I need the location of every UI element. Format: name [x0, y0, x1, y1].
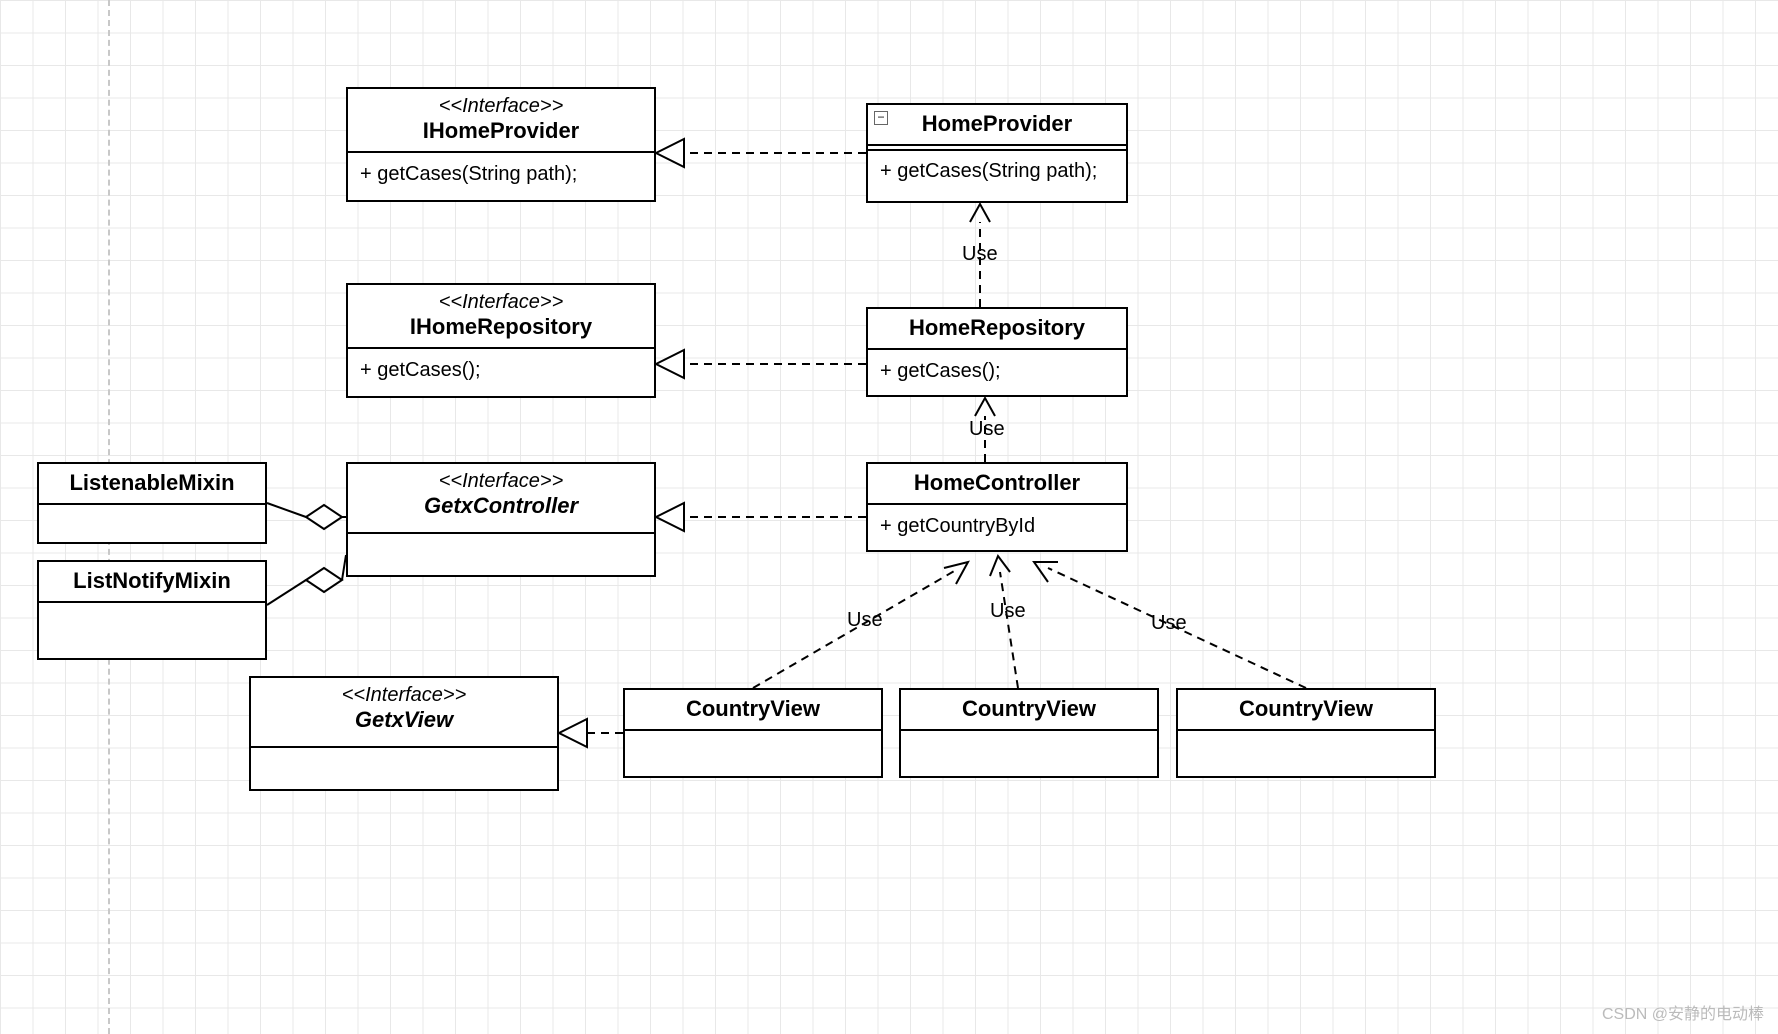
homecontroller-title: HomeController [878, 470, 1116, 495]
homerepository-title: HomeRepository [878, 315, 1116, 340]
countryview3-node[interactable]: CountryView [1176, 688, 1436, 778]
ihomeprovider-head: <<Interface>> IHomeProvider [348, 89, 654, 153]
ihomerepository-title: IHomeRepository [358, 314, 644, 339]
getxview-stereo: <<Interface>> [261, 684, 547, 707]
getxview-head: <<Interface>> GetxView [251, 678, 557, 748]
getxcontroller-body [348, 534, 654, 575]
ihomeprovider-member: + getCases(String path); [348, 153, 654, 200]
countryview1-body [625, 731, 881, 776]
homecontroller-head: HomeController [868, 464, 1126, 505]
homerepository-member: + getCases(); [868, 350, 1126, 395]
countryview2-body [901, 731, 1157, 776]
getxview-body [251, 748, 557, 789]
use-label-5: Use [1151, 612, 1187, 635]
countryview1-node[interactable]: CountryView [623, 688, 883, 778]
getxcontroller-title: GetxController [358, 493, 644, 518]
ihomeprovider-node[interactable]: <<Interface>> IHomeProvider + getCases(S… [346, 87, 656, 202]
listenablemixin-title: ListenableMixin [49, 470, 255, 495]
getxcontroller-stereo: <<Interface>> [358, 470, 644, 493]
getxview-title: GetxView [261, 707, 547, 732]
listnotifymixin-body [39, 603, 265, 658]
listenablemixin-body [39, 505, 265, 542]
listnotifymixin-title: ListNotifyMixin [49, 568, 255, 593]
countryview3-head: CountryView [1178, 690, 1434, 731]
getxcontroller-node[interactable]: <<Interface>> GetxController [346, 462, 656, 577]
homeprovider-node[interactable]: − HomeProvider + getCases(String path); [866, 103, 1128, 203]
listenablemixin-head: ListenableMixin [39, 464, 265, 505]
use-label-2: Use [969, 418, 1005, 441]
countryview2-node[interactable]: CountryView [899, 688, 1159, 778]
use-label-3: Use [847, 609, 883, 632]
homeprovider-head: − HomeProvider [868, 105, 1126, 146]
homecontroller-member: + getCountryById [868, 505, 1126, 550]
listnotifymixin-head: ListNotifyMixin [39, 562, 265, 603]
use-label-1: Use [962, 243, 998, 266]
homeprovider-title: HomeProvider [878, 111, 1116, 136]
countryview3-title: CountryView [1188, 696, 1424, 721]
ihomerepository-member: + getCases(); [348, 349, 654, 396]
homerepository-head: HomeRepository [868, 309, 1126, 350]
listnotifymixin-node[interactable]: ListNotifyMixin [37, 560, 267, 660]
countryview2-title: CountryView [911, 696, 1147, 721]
homerepository-node[interactable]: HomeRepository + getCases(); [866, 307, 1128, 397]
countryview1-head: CountryView [625, 690, 881, 731]
homeprovider-member: + getCases(String path); [868, 146, 1126, 201]
listenablemixin-node[interactable]: ListenableMixin [37, 462, 267, 544]
ihomerepository-node[interactable]: <<Interface>> IHomeRepository + getCases… [346, 283, 656, 398]
collapse-icon[interactable]: − [874, 111, 888, 125]
getxview-node[interactable]: <<Interface>> GetxView [249, 676, 559, 791]
countryview2-head: CountryView [901, 690, 1157, 731]
use-label-4: Use [990, 600, 1026, 623]
ihomeprovider-title: IHomeProvider [358, 118, 644, 143]
homecontroller-node[interactable]: HomeController + getCountryById [866, 462, 1128, 552]
countryview3-body [1178, 731, 1434, 776]
countryview1-title: CountryView [635, 696, 871, 721]
ihomeprovider-stereo: <<Interface>> [358, 95, 644, 118]
watermark: CSDN @安静的电动棒 [1602, 1000, 1764, 1024]
ihomerepository-head: <<Interface>> IHomeRepository [348, 285, 654, 349]
ihomerepository-stereo: <<Interface>> [358, 291, 644, 314]
getxcontroller-head: <<Interface>> GetxController [348, 464, 654, 534]
